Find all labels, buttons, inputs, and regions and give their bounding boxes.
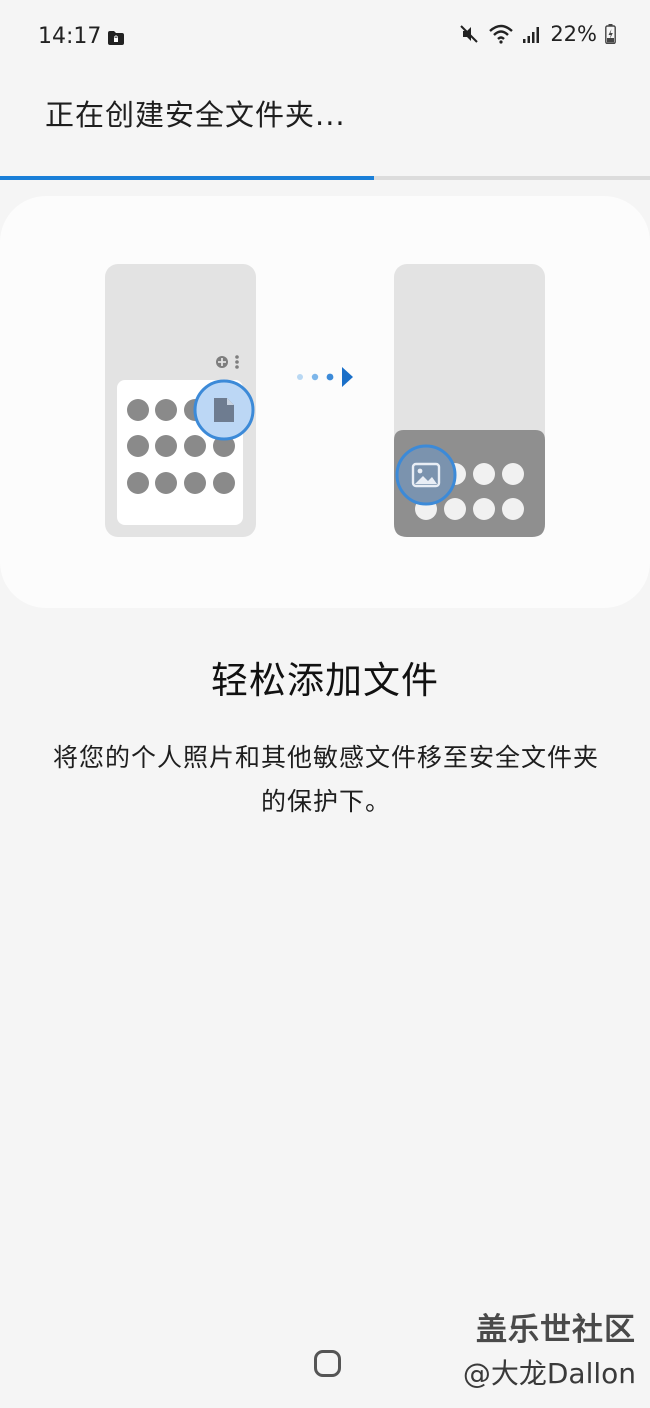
more-options-icon — [235, 355, 239, 359]
status-time: 14:17 — [38, 24, 102, 49]
feature-description: 将您的个人照片和其他敏感文件移至安全文件夹的保护下。 — [52, 743, 599, 816]
home-button-icon[interactable] — [314, 1350, 341, 1377]
progress-fill — [0, 176, 374, 180]
status-icons: 22% — [458, 22, 616, 46]
signal-icon — [523, 27, 540, 43]
wifi-icon — [489, 24, 514, 44]
add-files-illustration — [105, 264, 545, 537]
transfer-arrow-icon — [297, 367, 353, 387]
battery-charging-icon — [605, 24, 616, 44]
progress-bar — [0, 176, 650, 180]
secure-folder-phone-illustration — [394, 264, 545, 537]
moved-image-highlight — [395, 444, 457, 506]
battery-percentage: 22% — [550, 22, 597, 46]
status-bar: 14:17 22% — [0, 0, 650, 76]
page-title: 正在创建安全文件夹... — [45, 98, 346, 132]
illustration-card — [0, 196, 650, 608]
watermark-author: @大龙Dallon — [462, 1357, 636, 1390]
source-phone-illustration — [105, 264, 256, 537]
folder-lock-icon — [108, 31, 124, 45]
mute-icon — [460, 25, 479, 43]
feature-title: 轻松添加文件 — [211, 659, 439, 702]
watermark-site: 盖乐世社区 — [476, 1312, 636, 1348]
